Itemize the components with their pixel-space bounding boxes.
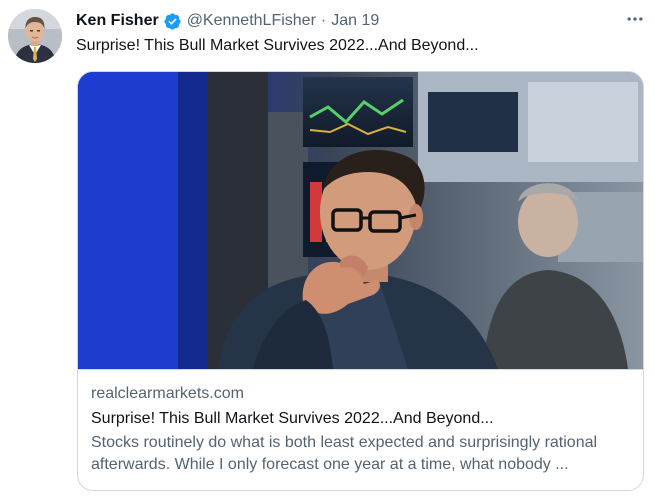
link-card[interactable]: realclearmarkets.com Surprise! This Bull… [77,71,644,491]
verified-badge-icon [163,12,182,31]
card-domain: realclearmarkets.com [91,385,244,402]
author-handle[interactable]: @KennethLFisher [187,12,316,30]
card-image[interactable] [78,72,643,369]
card-divider [78,369,643,370]
avatar[interactable] [8,9,62,63]
card-body[interactable]: realclearmarkets.com Surprise! This Bull… [91,383,636,476]
card-title: Surprise! This Bull Market Survives 2022… [91,410,494,427]
author-name[interactable]: Ken Fisher [76,12,159,30]
separator-dot: · [320,12,327,29]
more-button[interactable] [620,8,650,34]
card-description: Stocks routinely do what is both least e… [91,434,598,473]
tweet-timestamp[interactable]: Jan 19 [331,12,379,30]
more-horizontal-icon [625,9,645,34]
tweet[interactable]: Ken Fisher @KennethLFisher · Jan 19 Surp… [0,0,655,500]
tweet-text: Surprise! This Bull Market Survives 2022… [76,37,479,54]
tweet-header: Ken Fisher @KennethLFisher · Jan 19 [76,10,379,32]
